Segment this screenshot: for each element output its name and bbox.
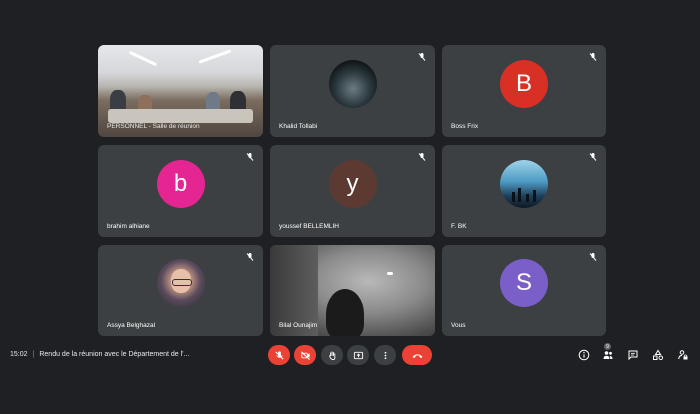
mic-muted-icon [418,53,426,61]
present-icon [353,351,363,359]
people-icon [603,351,613,359]
participant-name: brahim alhiane [107,223,150,230]
chat-button[interactable] [626,348,640,362]
more-vert-icon [384,351,386,359]
participant-name: youssef BELLEMLIH [279,223,339,230]
mic-muted-icon [589,153,597,161]
present-screen-button[interactable] [347,345,369,365]
participant-tile[interactable]: B Boss Frix [442,45,606,137]
mic-muted-icon [589,53,597,61]
more-options-button[interactable] [374,345,396,365]
participant-tile[interactable]: Khalid Tollabi [270,45,435,137]
participant-tile[interactable]: S Vous [442,245,606,336]
participant-tile[interactable]: y youssef BELLEMLIH [270,145,435,237]
avatar-initial: S [515,269,532,297]
participant-name: Vous [451,322,466,329]
people-count: 9 [606,343,609,350]
avatar-initial: B [515,69,532,97]
participant-name: Assya Belghazal [107,322,156,329]
participant-photo [328,59,377,108]
camera-off-icon [300,350,310,360]
mic-muted-icon [246,153,254,161]
avatar-initial: y [346,169,359,197]
participant-avatar: b [156,159,205,208]
meeting-title: Rendu de la réunion avec le Département … [39,351,190,358]
participant-name: Boss Frix [451,123,479,130]
mic-muted-icon [246,253,254,261]
lock-person-icon [678,350,688,360]
hand-icon [328,350,335,360]
mic-muted-icon [589,253,597,261]
participant-name: F. BK [451,223,467,230]
participant-grid: PERSONNEL - Salle de réunion Khalid Toll… [98,45,606,336]
raise-hand-button[interactable] [321,345,343,365]
participant-photo [156,259,205,308]
participant-name: PERSONNEL - Salle de réunion [107,123,200,130]
participant-tile[interactable]: PERSONNEL - Salle de réunion [98,45,263,137]
participant-photo [500,159,548,208]
people-count-badge: 9 [604,343,611,350]
participant-name: Khalid Tollabi [279,123,318,130]
activities-button[interactable] [651,348,665,362]
participant-tile[interactable]: F. BK [442,145,606,237]
separator: | [32,351,35,358]
participant-name: Bilal Ounajim [279,322,318,329]
camera-off-button[interactable] [294,345,316,365]
chat-icon [628,350,638,361]
participant-avatar: y [328,159,377,208]
info-icon [578,349,590,361]
participant-tile[interactable]: b brahim alhiane [98,145,263,237]
participant-tile[interactable]: Assya Belghazal [98,245,263,336]
meeting-time: 15:02 [10,351,28,358]
host-controls-button[interactable] [676,348,690,362]
mic-off-icon [274,350,284,360]
participant-avatar: B [500,59,548,108]
participant-avatar: S [500,259,548,308]
bottom-bar: 15:02 | Rendu de la réunion avec le Départ… [0,340,700,370]
avatar-initial: b [173,169,188,197]
shapes-icon [653,349,664,361]
mic-off-button[interactable] [268,345,290,365]
hang-up-icon [412,353,422,358]
participant-tile[interactable]: Bilal Ounajim [270,245,435,336]
mic-muted-icon [418,153,426,161]
meeting-details-button[interactable] [577,348,591,362]
people-button[interactable] [601,348,615,362]
meeting-info: 15:02 | Rendu de la réunion avec le Départ… [10,351,189,358]
leave-call-button[interactable] [402,345,432,365]
